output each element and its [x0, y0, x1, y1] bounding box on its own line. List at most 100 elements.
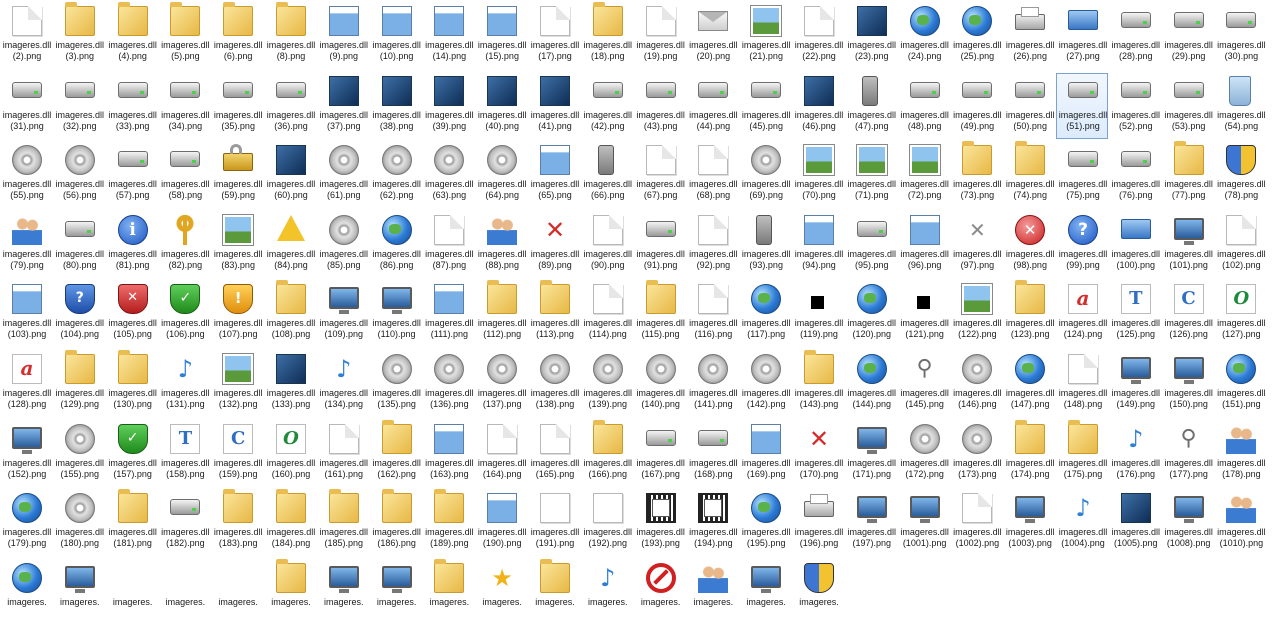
file-item[interactable]: imageres.dll(185).png: [317, 489, 369, 556]
file-item[interactable]: imageres.dll(143).png: [792, 350, 844, 417]
file-item[interactable]: imageres.dll(109).png: [317, 281, 369, 347]
file-item[interactable]: imageres.dll(1001).png: [898, 490, 950, 556]
file-item[interactable]: imageres.dll(28).png: [1109, 3, 1161, 69]
file-item[interactable]: imageres.dll(180).png: [53, 490, 105, 556]
file-item[interactable]: imageres.dll(165).png: [528, 421, 580, 487]
file-item[interactable]: imageres.dll(142).png: [739, 351, 791, 417]
file-item[interactable]: imageres.dll(17).png: [528, 3, 580, 69]
file-item[interactable]: imageres.dll(148).png: [1056, 351, 1108, 417]
file-item[interactable]: imageres.dll(191).png: [528, 490, 580, 556]
file-item[interactable]: imageres.: [634, 560, 686, 626]
file-item[interactable]: imageres.dll(197).png: [845, 490, 897, 556]
file-item[interactable]: imageres.dll(141).png: [686, 351, 738, 417]
file-item[interactable]: imageres.dll(26).png: [1003, 3, 1055, 69]
file-item[interactable]: imageres.dll(134).png: [317, 351, 369, 417]
file-item[interactable]: imageres.dll(63).png: [422, 142, 474, 208]
file-item[interactable]: imageres.dll(84).png: [264, 212, 316, 278]
file-item[interactable]: imageres.dll(96).png: [898, 212, 950, 278]
file-item[interactable]: imageres.dll(76).png: [1109, 142, 1161, 208]
file-item[interactable]: imageres.: [686, 560, 738, 626]
file-item[interactable]: imageres.dll(94).png: [792, 212, 844, 278]
file-item[interactable]: imageres.dll(72).png: [898, 142, 950, 208]
file-item[interactable]: imageres.dll(51).png: [1056, 72, 1108, 139]
file-item[interactable]: imageres.dll(186).png: [370, 489, 422, 556]
file-item[interactable]: imageres.dll(183).png: [211, 489, 263, 556]
file-item[interactable]: imageres.dll(190).png: [475, 490, 527, 556]
file-item[interactable]: imageres.dll(195).png: [739, 490, 791, 556]
file-item[interactable]: imageres.dll(147).png: [1003, 351, 1055, 417]
file-item[interactable]: imageres.dll(127).png: [1214, 281, 1266, 347]
file-item[interactable]: imageres.dll(114).png: [581, 281, 633, 347]
file-item[interactable]: imageres.dll(132).png: [211, 351, 263, 417]
file-item[interactable]: imageres.dll(46).png: [792, 73, 844, 139]
file-item[interactable]: imageres.dll(125).png: [1109, 281, 1161, 347]
file-item[interactable]: imageres.dll(177).png: [1162, 421, 1214, 487]
file-item[interactable]: imageres.dll(42).png: [581, 73, 633, 139]
file-item[interactable]: imageres.dll(57).png: [106, 142, 158, 208]
file-item[interactable]: imageres.dll(146).png: [950, 351, 1002, 417]
file-item[interactable]: imageres.dll(2).png: [0, 3, 52, 69]
file-item[interactable]: imageres.dll(64).png: [475, 142, 527, 208]
file-item[interactable]: imageres.dll(53).png: [1162, 73, 1214, 139]
file-item[interactable]: imageres.dll(131).png: [158, 351, 210, 417]
file-item[interactable]: imageres.dll(192).png: [581, 490, 633, 556]
file-item[interactable]: imageres.dll(189).png: [422, 489, 474, 556]
file-item[interactable]: imageres.dll(150).png: [1162, 351, 1214, 417]
file-item[interactable]: imageres.dll(31).png: [0, 73, 52, 139]
file-item[interactable]: imageres.dll(194).png: [686, 490, 738, 556]
file-item[interactable]: imageres.dll(39).png: [422, 73, 474, 139]
file-item[interactable]: imageres.dll(23).png: [845, 3, 897, 69]
file-item[interactable]: imageres.dll(152).png: [0, 421, 52, 487]
file-item[interactable]: imageres.dll(65).png: [528, 142, 580, 208]
file-item[interactable]: imageres.dll(116).png: [686, 281, 738, 347]
file-item[interactable]: imageres.dll(106).png: [158, 281, 210, 347]
file-item[interactable]: imageres.dll(139).png: [581, 351, 633, 417]
file-item[interactable]: imageres.: [264, 558, 316, 626]
file-item[interactable]: imageres.dll(56).png: [53, 142, 105, 208]
file-item[interactable]: imageres.dll(10).png: [370, 3, 422, 69]
file-item[interactable]: imageres.dll(35).png: [211, 73, 263, 139]
file-item[interactable]: imageres.dll(25).png: [950, 3, 1002, 69]
file-item[interactable]: imageres.dll(1005).png: [1109, 490, 1161, 556]
file-item[interactable]: imageres.dll(14).png: [422, 3, 474, 69]
file-item[interactable]: imageres.dll(160).png: [264, 421, 316, 487]
file-item[interactable]: imageres.dll(123).png: [1003, 280, 1055, 347]
file-item[interactable]: imageres.dll(151).png: [1214, 351, 1266, 417]
file-item[interactable]: imageres.dll(117).png: [739, 281, 791, 347]
file-item[interactable]: imageres.dll(93).png: [739, 212, 791, 278]
file-item[interactable]: imageres.dll(27).png: [1056, 3, 1108, 69]
file-item[interactable]: imageres.dll(41).png: [528, 73, 580, 139]
file-item[interactable]: imageres.dll(184).png: [264, 489, 316, 556]
file-item[interactable]: imageres.dll(50).png: [1003, 73, 1055, 139]
file-item[interactable]: imageres.dll(112).png: [475, 280, 527, 347]
file-item[interactable]: imageres.dll(110).png: [370, 281, 422, 347]
file-item[interactable]: imageres.dll(82).png: [158, 212, 210, 278]
file-item[interactable]: imageres.dll(19).png: [634, 3, 686, 69]
file-item[interactable]: imageres.dll(74).png: [1003, 141, 1055, 208]
file-item[interactable]: imageres.dll(34).png: [158, 73, 210, 139]
file-item[interactable]: imageres.dll(48).png: [898, 73, 950, 139]
file-item[interactable]: imageres.dll(47).png: [845, 73, 897, 139]
file-item[interactable]: imageres.: [581, 560, 633, 626]
file-item[interactable]: imageres.dll(115).png: [634, 280, 686, 347]
file-item[interactable]: imageres.dll(126).png: [1162, 281, 1214, 347]
file-item[interactable]: imageres.dll(145).png: [898, 351, 950, 417]
file-item[interactable]: imageres.dll(54).png: [1214, 73, 1266, 139]
file-item[interactable]: imageres.dll(121).png: [898, 281, 950, 347]
file-item[interactable]: imageres.dll(98).png: [1003, 212, 1055, 278]
file-item[interactable]: imageres.dll(29).png: [1162, 3, 1214, 69]
file-item[interactable]: imageres.dll(120).png: [845, 281, 897, 347]
file-item[interactable]: imageres.dll(79).png: [0, 212, 52, 278]
file-item[interactable]: imageres.dll(193).png: [634, 490, 686, 556]
file-item[interactable]: imageres.dll(122).png: [950, 281, 1002, 347]
file-item[interactable]: imageres.dll(24).png: [898, 3, 950, 69]
file-item[interactable]: imageres.dll(85).png: [317, 212, 369, 278]
file-item[interactable]: imageres.dll(111).png: [422, 281, 474, 347]
file-item[interactable]: imageres.dll(133).png: [264, 351, 316, 417]
file-item[interactable]: imageres.dll(36).png: [264, 73, 316, 139]
file-item[interactable]: imageres.dll(124).png: [1056, 281, 1108, 347]
file-item[interactable]: imageres.: [422, 558, 474, 626]
file-item[interactable]: imageres.dll(59).png: [211, 142, 263, 208]
file-item[interactable]: imageres.: [739, 560, 791, 626]
file-item[interactable]: imageres.dll(55).png: [0, 142, 52, 208]
